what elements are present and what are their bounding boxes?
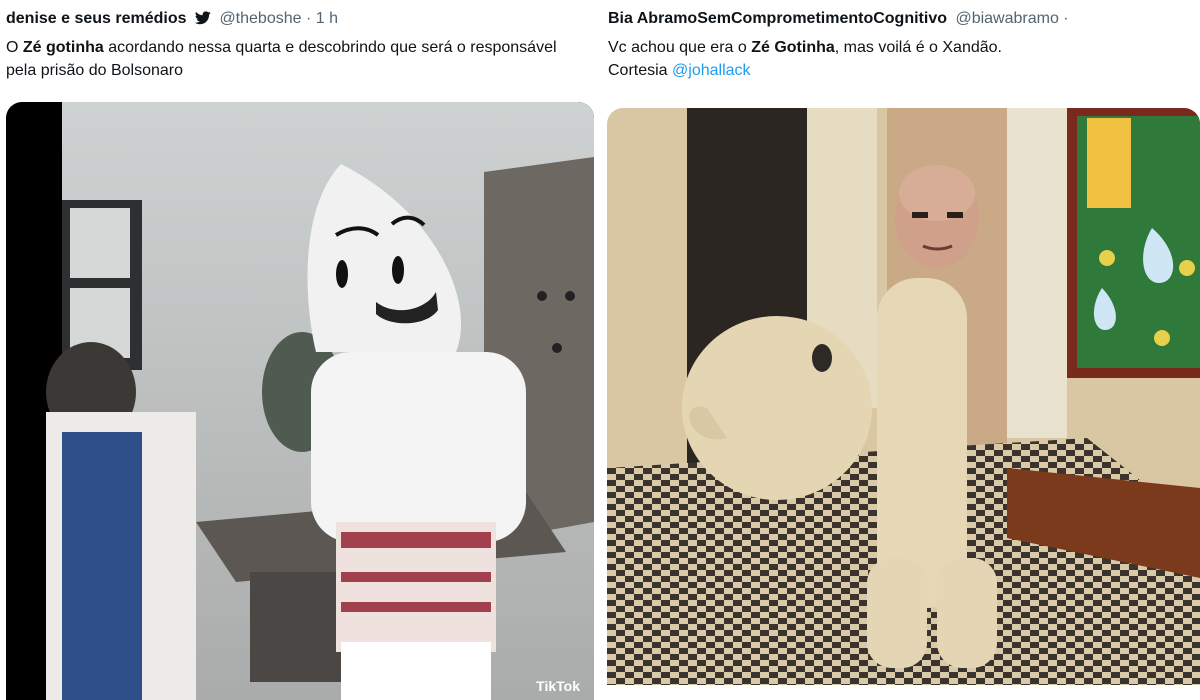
author-handle-time[interactable]: @biawabramo · (955, 10, 1068, 27)
author-handle-time[interactable]: @theboshe · 1 h (219, 10, 338, 27)
mention-link[interactable]: @johallack (672, 62, 751, 79)
text-part: O (6, 39, 23, 56)
tweet-header: Bia AbramoSemComprometimentoCognitivo @b… (608, 8, 1069, 30)
tweet-text: O Zé gotinha acordando nessa quarta e de… (6, 36, 586, 82)
text-bold: Zé gotinha (22, 39, 104, 56)
text-part: Vc achou que era o (608, 39, 752, 56)
tweet-media-video[interactable]: TikTok (6, 102, 594, 700)
tweet-text: Vc achou que era o Zé Gotinha, mas voilá… (608, 36, 1198, 82)
video-frame-image (46, 102, 594, 700)
text-part: , mas voilá é o Xandão. (834, 39, 1002, 56)
text-bold: Zé Gotinha (751, 39, 835, 56)
tiktok-watermark: TikTok (536, 678, 580, 694)
photo-image (607, 108, 1200, 685)
tweet-media-photo[interactable] (607, 108, 1200, 685)
twitter-bird-icon (194, 10, 211, 32)
text-part: Cortesia (608, 62, 673, 79)
tweet-header: denise e seus remédios @theboshe · 1 h (6, 8, 338, 32)
author-name[interactable]: denise e seus remédios (6, 10, 187, 27)
author-name[interactable]: Bia AbramoSemComprometimentoCognitivo (608, 10, 947, 27)
